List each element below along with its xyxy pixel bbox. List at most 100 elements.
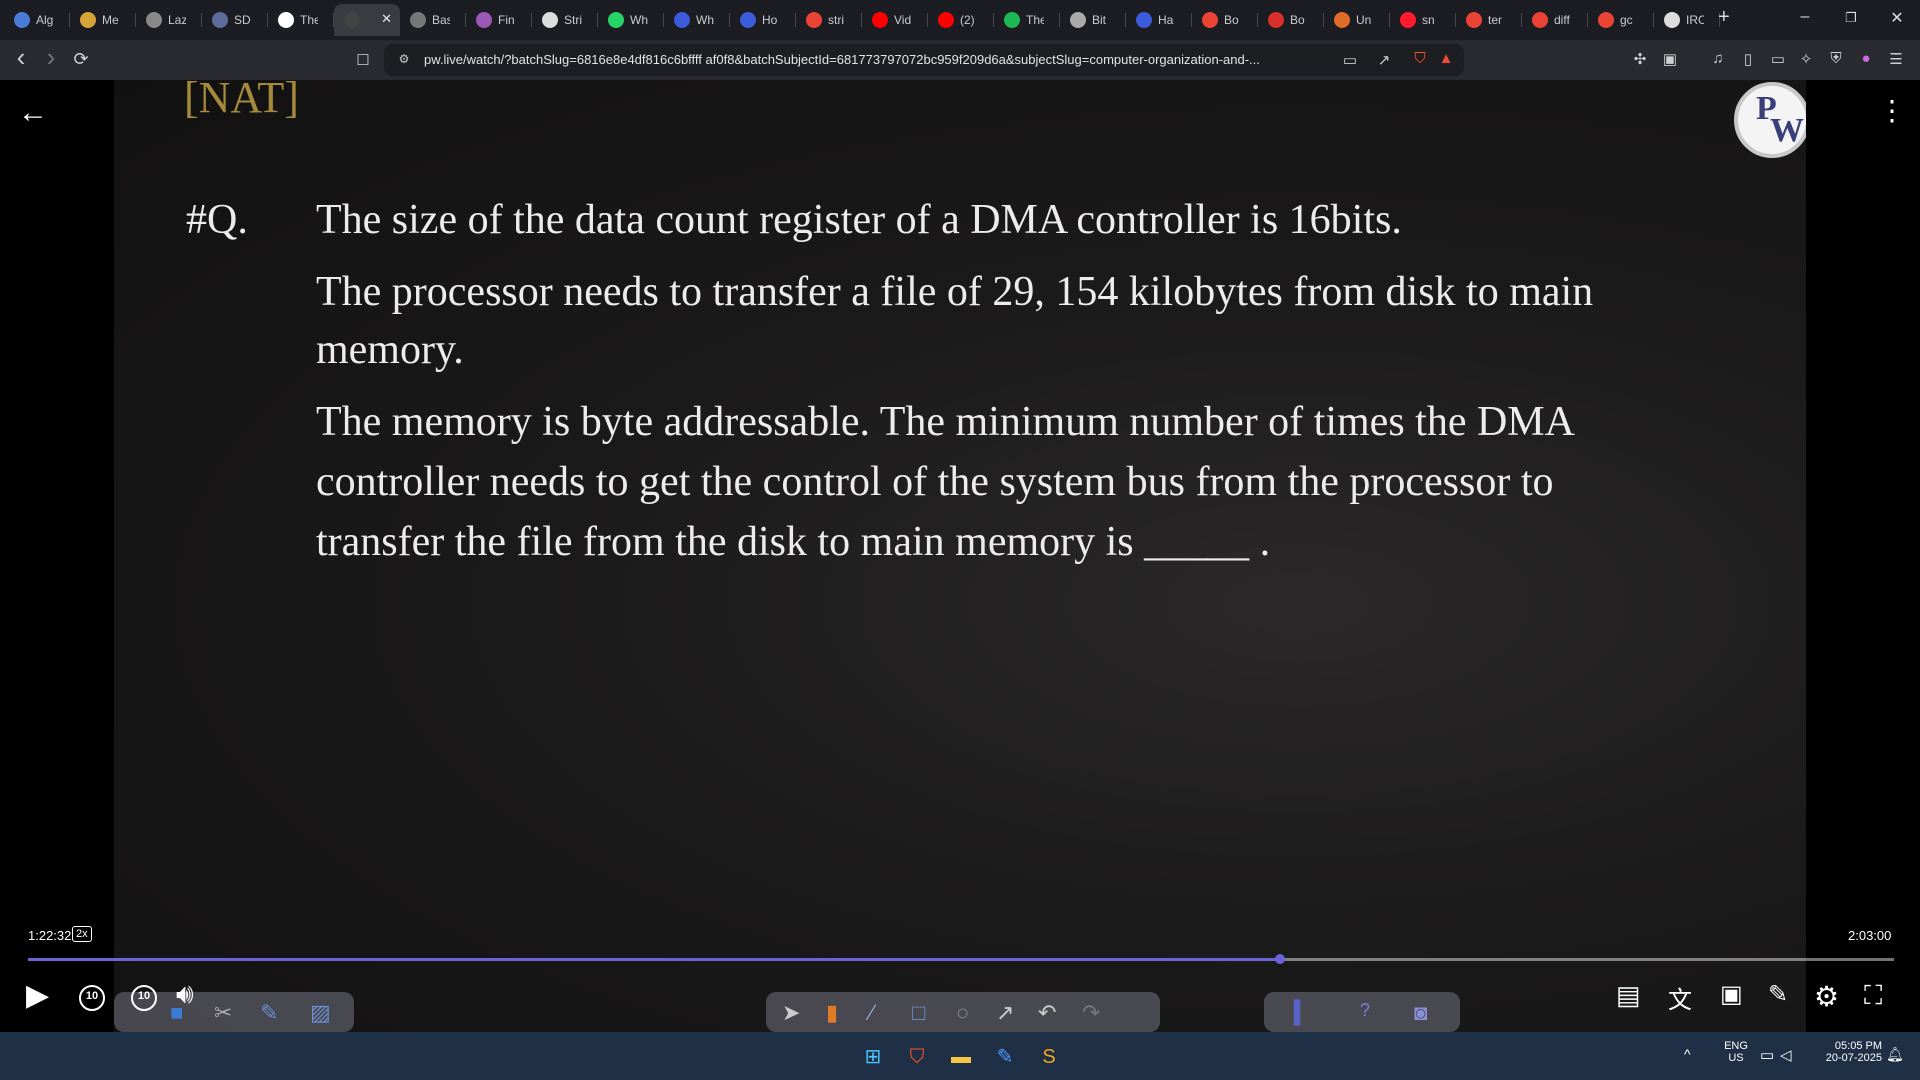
browser-tab[interactable]: Bo [1192,4,1258,36]
laser-icon: ↗ [996,1000,1015,1025]
vpn-icon[interactable]: ⛨ [1826,50,1846,67]
fullscreen-icon[interactable]: ⛶ [1864,980,1882,1012]
pen-icon: ✎ [260,1000,279,1025]
editor-app-icon[interactable]: ✎ [992,1044,1018,1070]
question-line: The memory is byte addressable. The mini… [316,399,1575,445]
video-player[interactable]: [NAT] P W #Q. The size of the data count… [0,80,1920,1032]
brain-icon [476,12,492,28]
new-tab-button[interactable]: + [1718,7,1730,27]
browser-tab[interactable]: Un [1324,4,1390,36]
back-button[interactable]: ‹ [10,42,32,73]
browser-tab[interactable]: Fin [466,4,532,36]
brave-shields-icon[interactable]: ⛉ [1410,50,1430,67]
region-code: US [1728,1052,1744,1064]
browser-tab[interactable]: Me [70,4,136,36]
browser-tab[interactable]: IRC [1654,4,1720,36]
brave-rewards-icon[interactable]: ▲ [1436,50,1456,67]
restore-button[interactable]: ❐ [1836,10,1866,26]
rewind-10-button[interactable]: 10 [76,982,108,1014]
circle-icon [14,12,30,28]
grid-icon [410,12,426,28]
minimize-button[interactable]: – [1790,8,1820,26]
notes-icon[interactable]: ✎ [1768,980,1788,1009]
extensions-icon[interactable]: ✣ [1630,50,1650,68]
sidebar-icon[interactable]: ▯ [1738,50,1758,68]
tab-title: Laz [168,13,186,27]
file-explorer-icon[interactable]: ▬ [948,1044,974,1070]
google-icon [1202,12,1218,28]
back-arrow-icon[interactable]: ← [18,96,48,130]
windows-taskbar: ⊞ ⛉ ▬ ✎ S ^ ENG US ▭ ◁ 05:05 PM 20-07-20… [0,1032,1920,1080]
browser-tab[interactable]: Bas [400,4,466,36]
playback-speed-badge[interactable]: 2x [72,926,92,942]
settings-icon[interactable]: ⚙ [1814,980,1839,1013]
browser-tab[interactable]: Bit [1060,4,1126,36]
browser-tab[interactable]: ✕ [334,4,400,36]
browser-tab[interactable]: SD [202,4,268,36]
sublime-text-icon[interactable]: S [1036,1044,1062,1070]
url-text[interactable]: pw.live/watch/?batchSlug=6816e8e4df816c6… [424,52,1364,67]
bar-icon: ▍ [1294,1000,1311,1025]
browser-tab[interactable]: Laz [136,4,202,36]
install-app-icon[interactable]: ▭ [1340,51,1360,69]
browser-tab[interactable]: The [268,4,334,36]
more-options-icon[interactable]: ⋮ [1878,96,1906,126]
stack-icon [1334,12,1350,28]
media-icon[interactable]: ♫ [1708,50,1728,67]
leo-ai-icon[interactable]: ✧ [1796,50,1816,68]
tab-close-icon[interactable]: ✕ [381,11,392,27]
browser-tab[interactable]: Wh [598,4,664,36]
opera-icon [1400,12,1416,28]
forward-button[interactable]: › [40,42,62,73]
browser-tab[interactable]: Vid [862,4,928,36]
screenshot-icon[interactable]: ▣ [1660,50,1680,68]
browser-tab[interactable]: gc [1588,4,1654,36]
reload-button[interactable]: ⟳ [70,49,92,70]
browser-tab[interactable]: stri [796,4,862,36]
language-indicator[interactable]: ENG US [1716,1040,1756,1064]
browser-tab[interactable]: sn [1390,4,1456,36]
close-window-button[interactable]: ✕ [1882,8,1912,28]
play-button[interactable]: ▶ [26,978,49,1013]
playlist-icon[interactable]: ▣ [1720,980,1743,1009]
menu-icon[interactable]: ☰ [1886,50,1906,68]
address-bar[interactable]: ⚙ pw.live/watch/?batchSlug=6816e8e4df816… [384,44,1464,76]
volume-icon[interactable]: 🔊︎ [176,978,194,1011]
browser-tab[interactable]: Alg [4,4,70,36]
browser-tab[interactable]: Ho [730,4,796,36]
book-icon [212,12,228,28]
notification-bell-icon[interactable]: 🔔︎ [1886,1046,1904,1063]
clock[interactable]: 05:05 PM 20-07-2025 [1810,1040,1882,1064]
video-frame[interactable]: [NAT] P W #Q. The size of the data count… [114,80,1806,1032]
browser-tab[interactable]: ter [1456,4,1522,36]
forward-seconds: 10 [137,990,151,1002]
google-icon [806,12,822,28]
network-icon[interactable]: ▭ [1760,1046,1774,1064]
question-type-tag: [NAT] [184,80,299,122]
profile-icon[interactable]: ● [1856,50,1876,67]
share-icon[interactable]: ↗ [1374,51,1394,69]
browser-tab[interactable]: (2) [928,4,994,36]
windows-start-icon[interactable]: ⊞ [860,1044,886,1070]
tab-title: Ha [1158,13,1174,27]
lecture-tool-strip-center: ➤ ▮ ⁄ □ ○ ↗ ↶ ↷ [766,992,1160,1032]
forward-10-button[interactable]: 10 [128,982,160,1014]
rewind-seconds: 10 [85,990,99,1002]
browser-tab[interactable]: Bo [1258,4,1324,36]
browser-tab[interactable]: Wh [664,4,730,36]
speaker-icon[interactable]: ◁ [1780,1046,1792,1064]
chat-icon[interactable]: ▤ [1616,980,1641,1011]
brave-app-icon[interactable]: ⛉ [904,1044,930,1070]
browser-tab[interactable]: Stri [532,4,598,36]
wallet-icon[interactable]: ▭ [1768,50,1788,68]
youtube-icon [872,12,888,28]
browser-tab[interactable]: diff [1522,4,1588,36]
browser-tab[interactable]: Ha [1126,4,1192,36]
browser-tab[interactable]: The [994,4,1060,36]
seek-bar[interactable] [28,954,1894,964]
translate-icon[interactable]: 文 [1668,980,1692,1015]
site-info-icon[interactable]: ⚙ [394,52,414,66]
tab-title: SD [234,13,251,27]
bookmark-icon[interactable]: ☐ [352,51,374,69]
tray-overflow-icon[interactable]: ^ [1684,1046,1691,1062]
